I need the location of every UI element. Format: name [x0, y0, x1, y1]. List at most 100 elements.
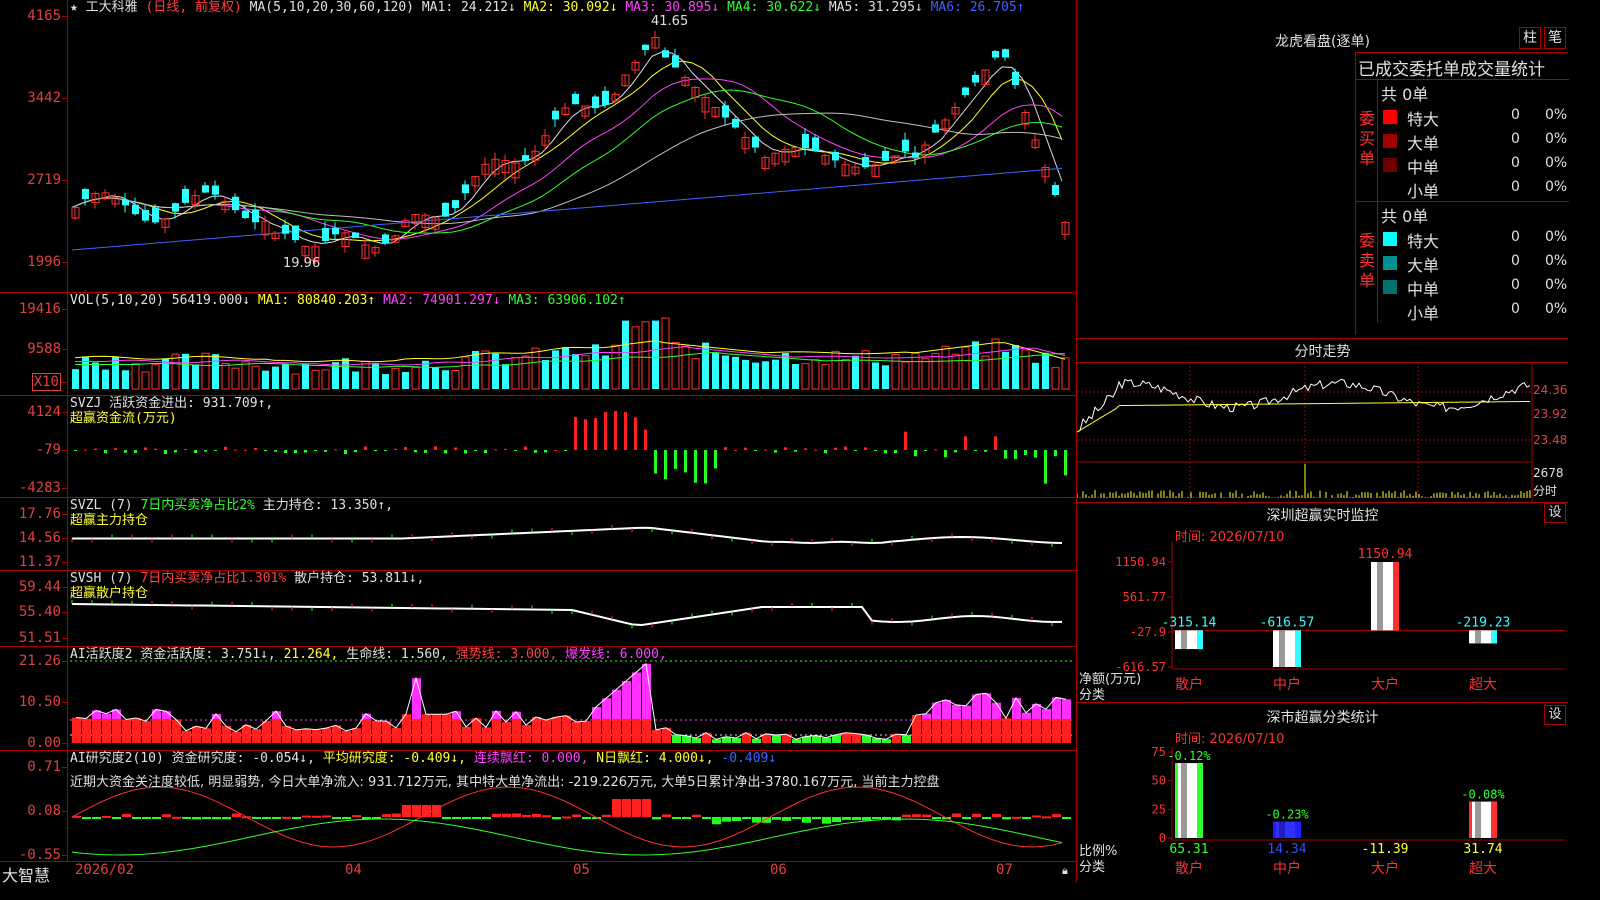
flow-bar: [264, 450, 267, 452]
svsh-pane[interactable]: 59.44 55.40 51.51 SVSH (7) 7日内买卖净占比1.301…: [0, 571, 1077, 647]
volume-bar: [1002, 351, 1009, 389]
ai2-m3: 连续飘红: 0.000,: [473, 751, 589, 766]
bar-edge: [1295, 821, 1301, 838]
volume-bar: [972, 341, 979, 389]
research-bar: [992, 813, 1001, 817]
volume-bars[interactable]: [0, 293, 1077, 396]
tick-mode-button[interactable]: 笔: [1544, 27, 1566, 49]
bar-edge: [1273, 821, 1276, 838]
period-label[interactable]: (日线, 前复权): [146, 0, 242, 15]
volume-bar: [722, 355, 729, 389]
bar-top-label: -0.12%: [1167, 749, 1211, 763]
volume-bar: [342, 358, 349, 389]
ma4-value: MA4: 30.622↓: [727, 0, 822, 15]
research-bar: [492, 813, 501, 817]
vol-ma1-line: [74, 340, 1066, 363]
candle-down: [142, 210, 149, 221]
flow-bar: [694, 450, 697, 483]
svzj-pane[interactable]: 4124 -79 -4283 SVZJ 活跃资金进出: 931.709↑, 超赢…: [0, 396, 1077, 498]
monitor-bar-超大: [1469, 630, 1497, 644]
research-bar: [472, 817, 481, 819]
order-percent: 0%: [1545, 155, 1568, 171]
flow-bar: [94, 448, 97, 450]
price-pane[interactable]: 4165 3442 2719 1996 ★ 工大科雅 (日线, 前复权) MA(…: [0, 0, 1077, 293]
bar-top-label: -0.23%: [1265, 808, 1309, 822]
flow-bar: [404, 447, 407, 450]
volume-bar: [891, 354, 900, 390]
research-bar: [1052, 814, 1061, 817]
flow-bar: [564, 450, 567, 451]
candlestick-chart[interactable]: [0, 0, 1077, 293]
activity-bar: [852, 733, 861, 743]
buy-orders: 共 0单 特大 0 0% 大单 0 0% 中单 0 0% 小单 0 0%: [1379, 79, 1569, 201]
research-bar: [652, 817, 661, 820]
research-bar: [162, 814, 171, 817]
flow-bar: [304, 450, 307, 453]
candle-down: [902, 139, 909, 152]
order-percent: 0%: [1545, 131, 1568, 147]
y-tick-label: 0: [1159, 831, 1166, 845]
buy-row: 中单 0 0%: [1379, 153, 1570, 177]
volume-bar: [432, 367, 439, 389]
flow-bar: [634, 417, 637, 450]
activity-bar-top: [942, 699, 951, 719]
activity-bar: [472, 719, 481, 743]
volume-bar: [841, 359, 850, 390]
ai-activity-chart[interactable]: [0, 647, 1077, 751]
ai-research-pane[interactable]: 0.71 0.08 -0.55 AI研究度2(10) 资金研究度: -0.054…: [0, 751, 1077, 863]
sz-class-chart[interactable]: 75 50 25 0 -0.12% 65.31 散户 -0.23% 14.34 中户 -11.39 大…: [1077, 702, 1568, 882]
activity-bar-top: [422, 714, 431, 719]
research-bar: [762, 817, 771, 823]
bar-bottom-label: 31.74: [1463, 842, 1502, 857]
candle-down: [332, 227, 339, 235]
candle-down: [282, 224, 289, 234]
activity-bar-top: [1022, 712, 1031, 719]
candle-down: [862, 157, 869, 168]
activity-bar: [412, 719, 421, 743]
ai-activity-pane[interactable]: 21.26 10.50 0.00 AI活跃度2 资金活跃度: 3.751↓, 2…: [0, 647, 1077, 751]
ai-research-chart[interactable]: [0, 751, 1077, 862]
activity-bar: [572, 721, 581, 743]
candle-down: [592, 96, 599, 109]
brand-logo: 大智慧: [2, 866, 51, 885]
svzl-metric2: 主力持仓: 13.350↑,: [262, 498, 394, 513]
flow-bar: [884, 450, 887, 454]
ma5-value: MA5: 31.295↓: [828, 0, 923, 15]
research-bar: [732, 817, 741, 821]
svzl-pane[interactable]: 17.76 14.56 11.37 SVZL (7) 7日内买卖净占比2% 主力…: [0, 498, 1077, 571]
lock-icon[interactable]: 🔒︎: [1062, 864, 1068, 878]
average-line: [1077, 400, 1531, 433]
order-percent: 0%: [1545, 301, 1568, 317]
volume-bar: [241, 361, 250, 390]
flow-bar: [954, 450, 957, 453]
volume-pane[interactable]: 19416 9588 X10 VOL(5,10,20) 56419.000↓ M…: [0, 293, 1077, 396]
research-bar: [352, 815, 361, 818]
activity-bar: [122, 719, 131, 743]
volume-bar: [361, 360, 370, 390]
bar-mode-button[interactable]: 柱: [1519, 27, 1541, 49]
research-bar: [562, 816, 571, 819]
kline-chart-area[interactable]: 4165 3442 2719 1996 ★ 工大科雅 (日线, 前复权) MA(…: [0, 0, 1077, 885]
candle-down: [732, 118, 739, 128]
volume-bar: [251, 365, 260, 390]
intraday-chart[interactable]: 24.36 23.92 23.48 2678 分时: [1077, 362, 1568, 502]
sell-orders: 共 0单 特大 0 0% 大单 0 0% 中单 0 0% 小单 0 0%: [1379, 201, 1569, 323]
activity-bar-top: [152, 709, 161, 719]
order-count: 0: [1511, 301, 1520, 317]
flow-bar: [914, 450, 917, 457]
research-bar: [842, 817, 851, 820]
flow-bar: [534, 450, 537, 453]
star-icon[interactable]: ★: [70, 0, 78, 15]
sell-total: 共 0单: [1381, 207, 1429, 226]
ma6-value: MA6: 26.705↑: [930, 0, 1025, 15]
bar-edge: [1197, 630, 1203, 650]
volume-bar: [272, 366, 279, 389]
ai2-m1: 资金研究度: -0.054↓,: [171, 751, 315, 766]
research-bar: [872, 817, 881, 819]
flow-bar: [84, 449, 87, 451]
sz-monitor-chart[interactable]: 1150.94561.77-27.9-616.57-315.14散户-616.5…: [1077, 502, 1568, 702]
y-tick-label: 75: [1152, 745, 1166, 759]
candle-down: [172, 203, 179, 212]
color-swatch: [1383, 280, 1397, 294]
dragon-title: 龙虎看盘(逐单): [1275, 34, 1370, 50]
